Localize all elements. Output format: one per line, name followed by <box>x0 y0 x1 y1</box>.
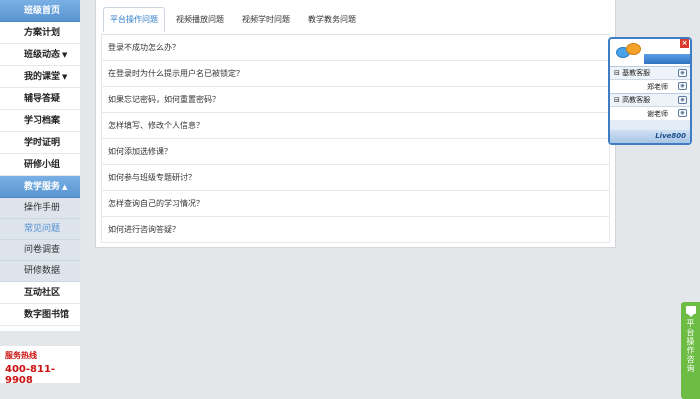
tab-video-playback[interactable]: 视频播放问题 <box>169 7 231 32</box>
agent-name: 谢老师 <box>647 110 668 118</box>
sidebar-item-label: 辅导答疑 <box>24 94 61 104</box>
question-item[interactable]: 怎样填写、修改个人信息？ <box>101 113 610 139</box>
question-list: 登录不成功怎么办？ 在登录时为什么提示用户名已被锁定？ 如果忘记密码，如何重置密… <box>101 34 610 243</box>
sidebar-item-label: 班级动态 <box>24 50 61 60</box>
caret-down-icon: ▼ <box>62 51 68 59</box>
sidebar-item-hours-certificate[interactable]: 学时证明 <box>0 132 80 154</box>
service-group[interactable]: ⊟ 基教客服 ◉ <box>610 66 690 79</box>
faq-panel: 平台操作问题 视频播放问题 视频学时问题 教学教务问题 登录不成功怎么办？ 在登… <box>95 0 616 248</box>
sidebar-item-qa[interactable]: 辅导答疑 <box>0 88 80 110</box>
service-group[interactable]: ⊟ 高教客服 ◉ <box>610 93 690 106</box>
sidebar-item-label: 学习档案 <box>24 116 61 126</box>
question-item[interactable]: 怎样查询自己的学习情况？ <box>101 191 610 217</box>
sidebar-item-label: 教学服务 <box>24 182 61 192</box>
group-name: 高教客服 <box>622 96 651 104</box>
group-name: 基教客服 <box>622 69 651 77</box>
sidebar-subitem-manual[interactable]: 操作手册 <box>0 198 80 219</box>
group-label: ⊟ <box>614 96 623 104</box>
sidebar-item-study-group[interactable]: 研修小组 <box>0 154 80 176</box>
sidebar-item-digital-library[interactable]: 数字图书馆 <box>0 304 80 326</box>
caret-down-icon: ▼ <box>62 73 68 81</box>
sidebar-item-learning-record[interactable]: 学习档案 <box>0 110 80 132</box>
live800-widget: × ⊟ 基教客服 ◉ 郑老师 ◉ ⊟ 高教客服 ◉ 谢老师 ◉ Live800 <box>608 37 692 145</box>
sidebar-item-label: 方案计划 <box>24 28 61 38</box>
question-item[interactable]: 如何进行咨询答疑？ <box>101 217 610 243</box>
question-item[interactable]: 登录不成功怎么办？ <box>101 35 610 61</box>
hotline-number: 400-811-9908 <box>5 364 56 386</box>
live800-logo: Live800 <box>610 130 690 143</box>
faq-tabs: 平台操作问题 视频播放问题 视频学时问题 教学教务问题 <box>101 4 610 34</box>
live800-banner <box>644 54 690 64</box>
sidebar-item-label: 学时证明 <box>24 138 61 148</box>
service-hotline: 服务热线 400-811-9908 <box>0 346 80 386</box>
message-icon <box>685 306 696 317</box>
sidebar-subitem-faq[interactable]: 常见问题 <box>0 219 80 240</box>
live800-header: × <box>610 39 690 66</box>
chat-icon[interactable]: ◉ <box>678 82 687 90</box>
sidebar-item-label: 研修小组 <box>24 160 61 170</box>
sidebar-item-teaching-service[interactable]: 教学服务 ▲ <box>0 176 80 198</box>
sidebar-item-label: 我的课堂 <box>24 72 61 82</box>
agent-item[interactable]: 谢老师 ◉ <box>610 106 690 120</box>
chat-icon[interactable]: ◉ <box>678 96 687 104</box>
close-icon[interactable]: × <box>680 39 689 48</box>
hotline-label: 服务热线 <box>5 351 37 360</box>
platform-consult-tab[interactable]: 平台操作咨询 <box>681 302 700 399</box>
question-item[interactable]: 在登录时为什么提示用户名已被锁定？ <box>101 61 610 87</box>
chat-icon[interactable]: ◉ <box>678 109 687 117</box>
sidebar-subitem-survey[interactable]: 问卷调查 <box>0 240 80 261</box>
chat-icon[interactable]: ◉ <box>678 69 687 77</box>
agent-item[interactable]: 郑老师 ◉ <box>610 79 690 93</box>
tab-teaching-affairs[interactable]: 教学教务问题 <box>301 7 363 32</box>
caret-up-icon: ▲ <box>62 183 68 191</box>
sidebar-item-community[interactable]: 互动社区 <box>0 282 80 304</box>
tab-video-hours[interactable]: 视频学时问题 <box>235 7 297 32</box>
sidebar-item-class-news[interactable]: 班级动态 ▼ <box>0 44 80 66</box>
sidebar-item-my-classroom[interactable]: 我的课堂 ▼ <box>0 66 80 88</box>
left-sidebar: 班级首页 方案计划 班级动态 ▼ 我的课堂 ▼ 辅导答疑 学习档案 学时证明 研修小… <box>0 0 80 331</box>
agent-name: 郑老师 <box>647 83 668 91</box>
sidebar-subitem-research-data[interactable]: 研修数据 <box>0 261 80 282</box>
question-item[interactable]: 如何参与班级专题研讨？ <box>101 165 610 191</box>
chat-bubbles-icon <box>616 43 642 63</box>
consult-label: 平台操作咨询 <box>686 319 695 373</box>
sidebar-item-plan[interactable]: 方案计划 <box>0 22 80 44</box>
tab-platform-operation[interactable]: 平台操作问题 <box>103 6 165 32</box>
sidebar-item-home[interactable]: 班级首页 <box>0 0 80 22</box>
question-item[interactable]: 如何添加选修课？ <box>101 139 610 165</box>
group-label: ⊟ <box>614 69 623 77</box>
question-item[interactable]: 如果忘记密码，如何重置密码？ <box>101 87 610 113</box>
